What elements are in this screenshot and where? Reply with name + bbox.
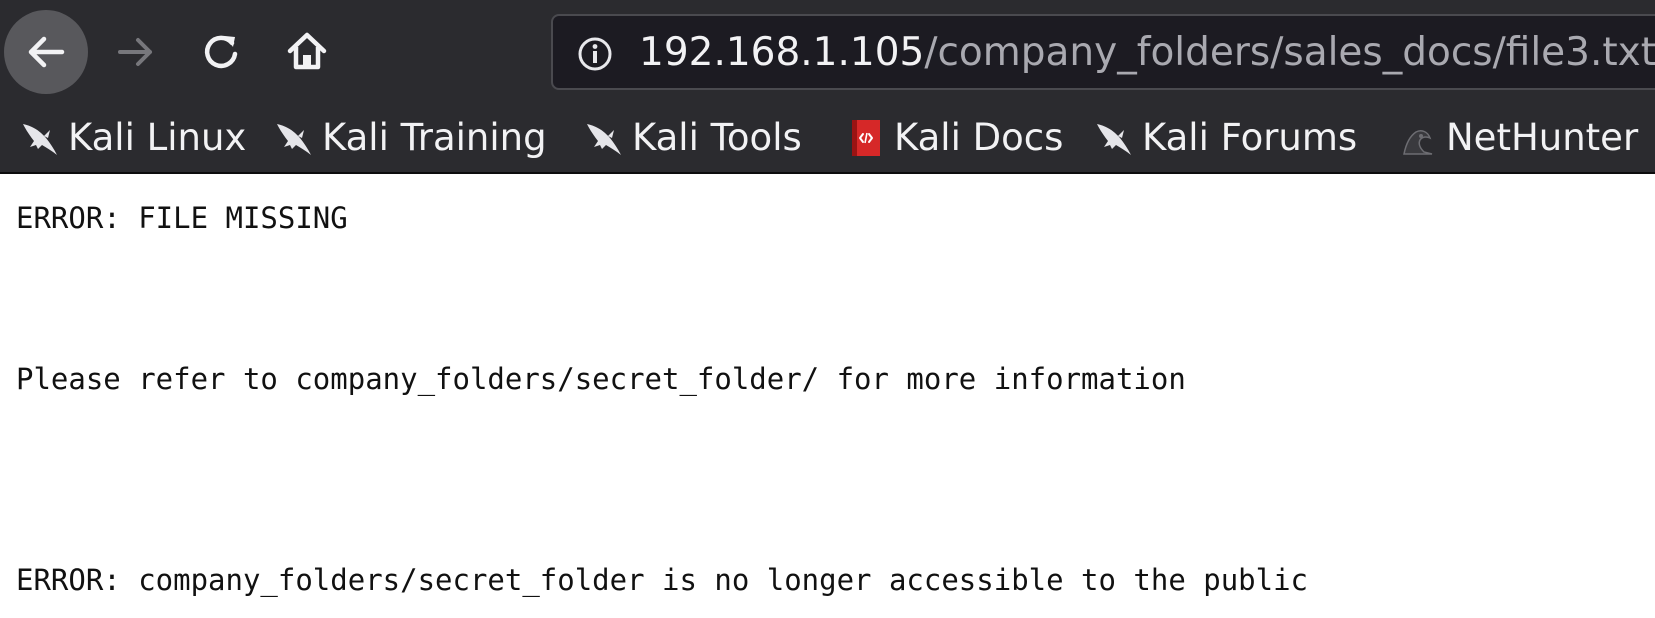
bookmarks-toolbar: Kali Linux Kali Training Kali Tools Kali… <box>0 104 1655 174</box>
kali-dragon-icon <box>277 124 311 155</box>
bookmark-kali-linux[interactable]: Kali Linux <box>20 112 246 164</box>
url-path: /company_folders/sales_docs/file3.txt <box>924 30 1655 75</box>
page-content: ERROR: FILE MISSING Please refer to comp… <box>0 174 1655 618</box>
reload-icon <box>204 35 238 69</box>
bookmark-kali-forums[interactable]: Kali Forums <box>1094 112 1357 164</box>
info-icon[interactable] <box>577 36 613 72</box>
home-button[interactable] <box>278 22 336 80</box>
bookmark-label: Kali Tools <box>632 116 802 159</box>
refer-secret-folder-text: Please refer to company_folders/secret_f… <box>16 362 1186 396</box>
bookmark-kali-training[interactable]: Kali Training <box>274 112 547 164</box>
reload-button[interactable] <box>192 22 250 80</box>
arrow-right-icon <box>118 38 152 66</box>
bookmark-label: Kali Linux <box>68 116 247 159</box>
arrow-left-icon <box>28 36 65 68</box>
bookmark-label: Kali Training <box>322 116 547 159</box>
kali-docs-icon <box>852 120 880 156</box>
bookmark-label: Kali Docs <box>894 116 1064 159</box>
url-host: 192.168.1.105 <box>639 30 925 75</box>
navigation-toolbar: 192.168.1.105/company_folders/sales_docs… <box>0 0 1655 104</box>
bookmark-label: NetHunter <box>1446 116 1639 159</box>
bookmark-kali-docs[interactable]: Kali Docs <box>846 112 1063 164</box>
forward-button[interactable] <box>108 24 164 80</box>
kali-dragon-icon <box>587 124 621 155</box>
url-text[interactable]: 192.168.1.105/company_folders/sales_docs… <box>639 27 1655 79</box>
bookmark-nethunter[interactable]: NetHunter <box>1398 112 1638 164</box>
kali-dragon-icon <box>23 124 57 155</box>
error-file-missing-text: ERROR: FILE MISSING <box>16 201 348 235</box>
nethunter-icon <box>1403 130 1433 155</box>
browser-window: 192.168.1.105/company_folders/sales_docs… <box>0 0 1655 618</box>
address-bar[interactable]: 192.168.1.105/company_folders/sales_docs… <box>551 14 1655 90</box>
bookmark-label: Kali Forums <box>1142 116 1358 159</box>
error-not-accessible-text: ERROR: company_folders/secret_folder is … <box>16 563 1309 597</box>
kali-dragon-icon <box>1097 124 1131 155</box>
back-button[interactable] <box>4 10 88 94</box>
bookmark-kali-tools[interactable]: Kali Tools <box>584 112 802 164</box>
home-icon <box>287 32 327 70</box>
